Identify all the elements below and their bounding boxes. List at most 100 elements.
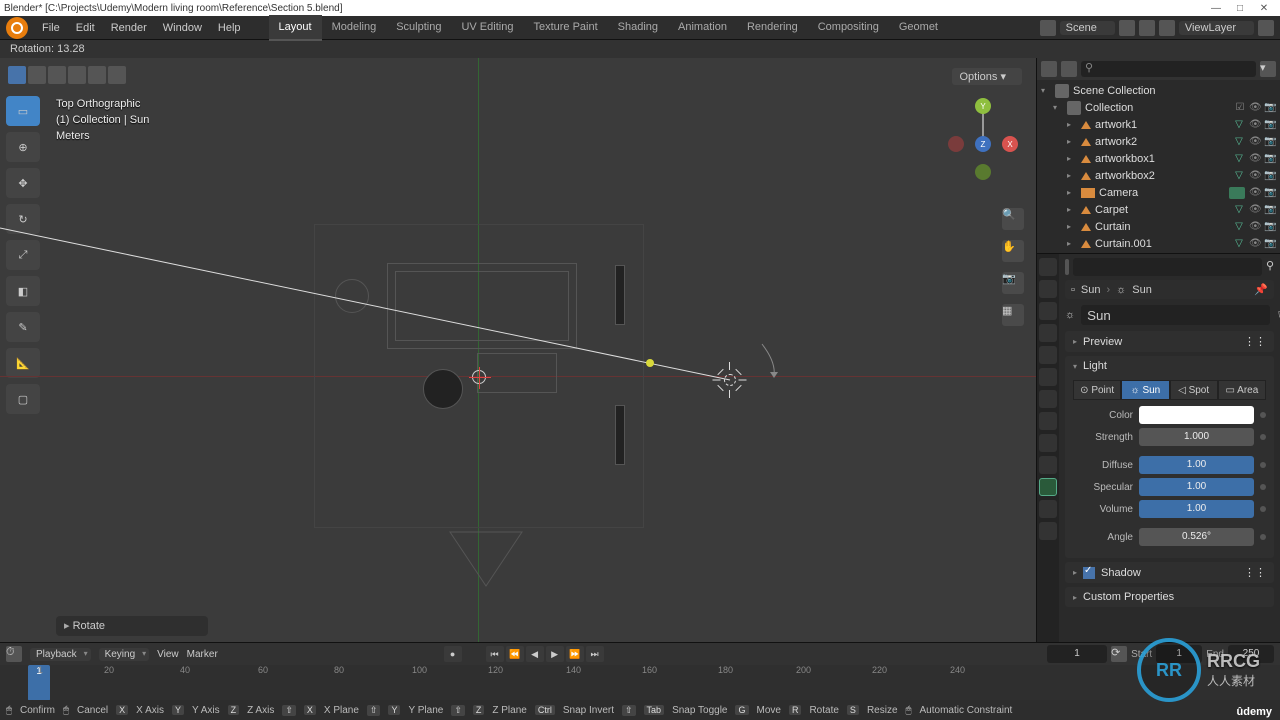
prop-tab-world-icon[interactable] (1039, 346, 1057, 364)
3d-viewport[interactable]: Options ▾ ▭ ⊕ ✥ ↻ ⤢ ◧ ✎ 📐 ▢ Top Orthogra… (0, 58, 1036, 642)
eye-icon[interactable]: 👁 (1249, 170, 1261, 182)
gizmo-neg-x-icon[interactable] (948, 136, 964, 152)
select-visible-icon[interactable] (8, 66, 26, 84)
select-mode5-icon[interactable] (108, 66, 126, 84)
light-type-point[interactable]: ⊙ Point (1073, 380, 1121, 400)
shadow-checkbox[interactable] (1083, 567, 1095, 579)
fake-user-icon[interactable]: 🛡 (1276, 309, 1280, 322)
eye-icon[interactable]: 👁 (1249, 136, 1261, 148)
render-icon[interactable]: 📷 (1264, 187, 1276, 199)
keyframe-prev-icon[interactable]: ⏪ (506, 646, 524, 662)
timeline-view-menu[interactable]: View (157, 649, 179, 660)
menu-file[interactable]: File (34, 16, 68, 40)
gizmo-x-icon[interactable]: X (1002, 136, 1018, 152)
eye-icon[interactable]: 👁 (1249, 221, 1261, 233)
light-diffuse-input[interactable]: 1.00 (1139, 456, 1254, 474)
prop-tab-constraints-icon[interactable] (1039, 456, 1057, 474)
timeline-editor-type-icon[interactable]: ⏱ (6, 646, 22, 662)
properties-options-icon[interactable] (1065, 259, 1069, 275)
eye-icon[interactable]: 👁 (1249, 187, 1261, 199)
outliner-search-input[interactable] (1081, 61, 1256, 77)
eye-icon[interactable]: 👁 (1249, 102, 1261, 114)
tool-scale[interactable]: ⤢ (6, 240, 40, 270)
tree-row[interactable]: ▸Camera👁📷 (1037, 184, 1280, 201)
end-frame-input[interactable]: 250 (1228, 645, 1274, 663)
tab-layout[interactable]: Layout (269, 15, 322, 41)
scene-delete-icon[interactable] (1139, 20, 1155, 36)
eye-icon[interactable]: 👁 (1249, 204, 1261, 216)
prop-tab-physics-icon[interactable] (1039, 434, 1057, 452)
eye-icon[interactable]: 👁 (1249, 238, 1261, 250)
outliner-view-icon[interactable] (1061, 61, 1077, 77)
gizmo-neg-y-icon[interactable] (975, 164, 991, 180)
tool-cursor[interactable]: ⊕ (6, 132, 40, 162)
gizmo-y-icon[interactable]: Y (975, 98, 991, 114)
tool-add[interactable]: ▢ (6, 384, 40, 414)
current-frame-input[interactable]: 1 (1047, 645, 1107, 663)
light-color-swatch[interactable] (1139, 406, 1254, 424)
light-volume-input[interactable]: 1.00 (1139, 500, 1254, 518)
anim-dot-icon[interactable] (1260, 534, 1266, 540)
prop-tab-material-icon[interactable] (1039, 500, 1057, 518)
scene-browse-icon[interactable] (1040, 20, 1056, 36)
prop-tab-viewlayer-icon[interactable] (1039, 302, 1057, 320)
panel-shadow-header[interactable]: Shadow⋮⋮ (1065, 562, 1274, 583)
frame-jump-icon[interactable]: ⟳ (1111, 646, 1127, 662)
render-icon[interactable]: 📷 (1264, 102, 1276, 114)
select-mode3-icon[interactable] (68, 66, 86, 84)
gizmo-z-icon[interactable]: Z (975, 136, 991, 152)
perspective-toggle-icon[interactable]: ▦ (1002, 304, 1024, 326)
tab-sculpting[interactable]: Sculpting (386, 15, 451, 41)
render-icon[interactable]: 📷 (1264, 136, 1276, 148)
viewlayer-browse-icon[interactable] (1159, 20, 1175, 36)
light-name-input[interactable] (1081, 305, 1270, 325)
select-mode-icon[interactable] (28, 66, 46, 84)
menu-render[interactable]: Render (103, 16, 155, 40)
panel-custom-props-header[interactable]: Custom Properties (1065, 587, 1274, 607)
viewlayer-dropdown[interactable]: ViewLayer (1179, 21, 1254, 35)
prop-tab-render-icon[interactable] (1039, 258, 1057, 276)
tool-transform[interactable]: ◧ (6, 276, 40, 306)
prop-tab-data-icon[interactable] (1039, 478, 1057, 496)
tab-texture-paint[interactable]: Texture Paint (523, 15, 607, 41)
camera-view-icon[interactable]: 📷 (1002, 272, 1024, 294)
tool-annotate[interactable]: ✎ (6, 312, 40, 342)
light-strength-input[interactable]: 1.000 (1139, 428, 1254, 446)
viewlayer-new-icon[interactable] (1258, 20, 1274, 36)
anim-dot-icon[interactable] (1260, 484, 1266, 490)
tab-uv-editing[interactable]: UV Editing (451, 15, 523, 41)
tree-row[interactable]: ▸artworkbox1▽👁📷 (1037, 150, 1280, 167)
tree-row[interactable]: ▸artwork1▽👁📷 (1037, 116, 1280, 133)
outliner-display-mode-icon[interactable] (1041, 61, 1057, 77)
tab-shading[interactable]: Shading (608, 15, 668, 41)
zoom-icon[interactable]: 🔍 (1002, 208, 1024, 230)
scene-new-icon[interactable] (1119, 20, 1135, 36)
render-icon[interactable]: 📷 (1264, 204, 1276, 216)
window-close-icon[interactable]: ✕ (1252, 1, 1276, 15)
outliner-tree[interactable]: ▾ Scene Collection ▾ Collection ☑ 👁 📷 ▸a… (1037, 80, 1280, 253)
light-type-sun[interactable]: ☼ Sun (1121, 380, 1169, 400)
timeline-playback-dropdown[interactable]: Playback (30, 648, 91, 661)
checkbox-icon[interactable]: ☑ (1234, 102, 1246, 114)
tree-row[interactable]: ▸Curtain.001▽👁📷 (1037, 235, 1280, 252)
timeline-ruler[interactable]: 1 120406080100120140160180200220240 (0, 665, 1280, 701)
render-icon[interactable]: 📷 (1264, 221, 1276, 233)
jump-end-icon[interactable]: ⏭ (586, 646, 604, 662)
prop-tab-texture-icon[interactable] (1039, 522, 1057, 540)
select-mode2-icon[interactable] (48, 66, 66, 84)
tree-row[interactable]: ▸Curtain▽👁📷 (1037, 218, 1280, 235)
tool-select-box[interactable]: ▭ (6, 96, 40, 126)
anim-dot-icon[interactable] (1260, 462, 1266, 468)
prop-tab-particles-icon[interactable] (1039, 412, 1057, 430)
last-operator-panel[interactable]: Rotate (56, 616, 208, 636)
light-type-area[interactable]: ▭ Area (1218, 380, 1266, 400)
pan-icon[interactable]: ✋ (1002, 240, 1024, 262)
timeline-keying-dropdown[interactable]: Keying (99, 648, 150, 661)
properties-pin-icon[interactable]: ⚲ (1266, 259, 1274, 275)
render-icon[interactable]: 📷 (1264, 153, 1276, 165)
panel-preview-header[interactable]: Preview⋮⋮ (1065, 331, 1274, 352)
jump-start-icon[interactable]: ⏮ (486, 646, 504, 662)
prop-tab-modifiers-icon[interactable] (1039, 390, 1057, 408)
eye-icon[interactable]: 👁 (1249, 119, 1261, 131)
start-frame-input[interactable]: 1 (1156, 645, 1202, 663)
